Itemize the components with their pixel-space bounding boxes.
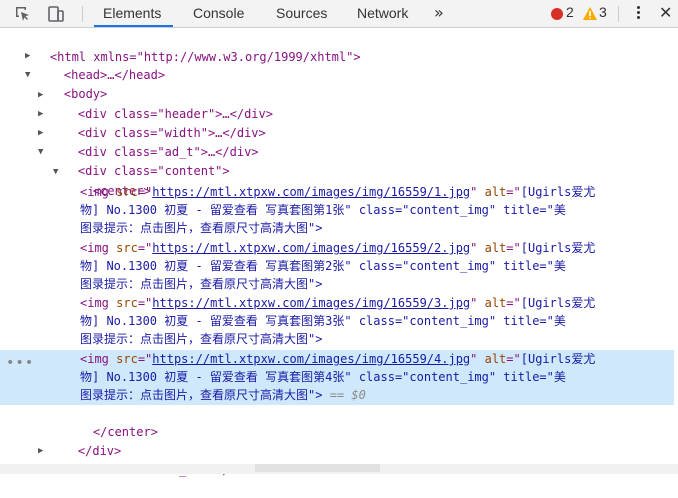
collapse-arrow-icon[interactable]: ▼ [38,147,48,157]
warning-icon[interactable] [583,7,597,20]
tree-node-img-4[interactable]: <img src="https://mtl.xtpxw.com/images/i… [80,350,595,368]
tree-node-html[interactable]: <html xmlns="http://www.w3.org/1999/xhtm… [21,30,361,64]
img-attr-line: 图录提示：点击图片，查看原尺寸高清大图"> [80,277,323,291]
error-icon[interactable] [551,8,563,20]
img-src-link[interactable]: https://mtl.xtpxw.com/images/img/16559/1… [152,185,470,199]
node-actions-icon[interactable]: ••• [6,355,34,371]
img-alt-value: [Ugirls爱尤 [520,296,596,310]
expand-arrow-icon[interactable]: ▶ [38,109,48,119]
tree-node-img-2[interactable]: <img src="https://mtl.xtpxw.com/images/i… [80,239,595,257]
img-alt-value: [Ugirls爱尤 [520,352,596,366]
toolbar-divider [618,6,619,22]
img-attr-line: 物] No.1300 初夏 - 留爱查看 写真套图第1张" class="con… [80,203,566,217]
tree-node-body[interactable]: <body> [35,67,107,101]
horizontal-scrollbar-thumb[interactable] [255,464,380,472]
tree-node-div-ad-t[interactable]: <div class="ad_t">…</div> [49,125,259,159]
img-attr-line: 图录提示：点击图片，查看原尺寸高清大图"> [80,332,323,346]
active-tab-indicator [94,25,173,27]
img-attr-line: 图录提示：点击图片，查看原尺寸高清大图"> == $0 [80,388,366,402]
tree-node-div-content[interactable]: <div class="content"> [49,144,230,178]
warning-count[interactable]: 3 [599,4,607,20]
img-attr-line: 物] No.1300 初夏 - 留爱查看 写真套图第4张" class="con… [80,370,566,384]
tree-node-center[interactable]: <center> [64,164,151,198]
dom-tree: ••• <html xmlns="http://www.w3.org/1999/… [0,30,678,477]
selected-node-marker: == $0 [329,388,366,402]
expand-arrow-icon[interactable]: ▶ [38,446,48,456]
img-attr-line: 图录提示：点击图片，查看原尺寸高清大图"> [80,221,323,235]
tab-sources[interactable]: Sources [276,0,327,27]
img-src-link[interactable]: https://mtl.xtpxw.com/images/img/16559/2… [152,241,470,255]
device-toolbar-icon[interactable] [47,5,65,23]
expand-arrow-icon[interactable]: ▶ [38,90,48,100]
tree-node-head[interactable]: <head>…</head> [35,48,165,82]
img-attr-line: 物] No.1300 初夏 - 留爱查看 写真套图第3张" class="con… [80,314,566,328]
img-src-link[interactable]: https://mtl.xtpxw.com/images/img/16559/3… [152,296,470,310]
tab-elements[interactable]: Elements [103,0,161,27]
inspect-element-icon[interactable] [14,5,32,23]
tree-node-div-width[interactable]: <div class="width">…</div> [49,106,266,140]
tree-node-div-header[interactable]: <div class="header">…</div> [49,87,273,121]
toolbar-divider [82,6,83,22]
tab-console[interactable]: Console [193,0,244,27]
devtools-toolbar: Elements Console Sources Network » 2 3 ✕ [0,0,678,28]
close-icon[interactable]: ✕ [659,3,672,22]
tree-node-div-close[interactable]: </div> [49,424,121,458]
img-attr-line: 物] No.1300 初夏 - 留爱查看 写真套图第2张" class="con… [80,259,566,273]
img-alt-value: [Ugirls爱尤 [520,241,596,255]
img-alt-value: [Ugirls爱尤 [520,185,596,199]
error-count[interactable]: 2 [566,4,574,20]
tree-node-img-3[interactable]: <img src="https://mtl.xtpxw.com/images/i… [80,294,595,312]
tree-node-div-ad-m[interactable]: <div class="ad_m">…</div> [49,443,259,477]
tree-node-img-1[interactable]: <img src="https://mtl.xtpxw.com/images/i… [80,183,595,201]
expand-arrow-icon[interactable]: ▶ [38,128,48,138]
tab-network[interactable]: Network [357,0,408,27]
tree-node-center-close[interactable]: </center> [64,405,158,439]
more-options-icon[interactable] [637,6,641,21]
expand-arrow-icon[interactable]: ▶ [25,51,35,61]
collapse-arrow-icon[interactable]: ▼ [25,70,35,80]
img-src-link[interactable]: https://mtl.xtpxw.com/images/img/16559/4… [152,352,470,366]
collapse-arrow-icon[interactable]: ▼ [53,167,63,177]
more-tabs-button[interactable]: » [434,0,444,27]
